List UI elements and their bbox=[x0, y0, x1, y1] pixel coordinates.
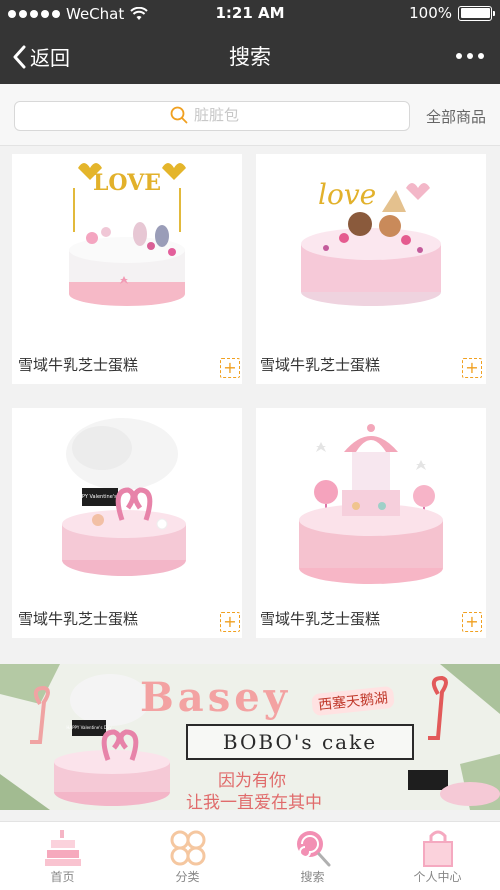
search-input[interactable] bbox=[194, 106, 254, 124]
status-bar: WeChat 1:21 AM 100% bbox=[0, 0, 500, 28]
add-to-cart-button[interactable]: + bbox=[220, 358, 240, 378]
product-card[interactable]: HAPPY Valentine's Day 雪域牛乳芝士蛋糕 + bbox=[12, 408, 242, 638]
battery-percent: 100% bbox=[409, 4, 452, 22]
tab-home-label: 首页 bbox=[50, 870, 75, 884]
gift-bag-icon bbox=[423, 830, 453, 867]
product-name: 雪域牛乳芝士蛋糕 bbox=[260, 610, 381, 628]
cake-image bbox=[256, 408, 486, 598]
battery-icon bbox=[458, 5, 495, 21]
add-to-cart-button[interactable]: + bbox=[220, 612, 240, 632]
cake-image: love bbox=[256, 154, 486, 344]
tab-profile[interactable]: 个人中心 bbox=[375, 822, 500, 890]
add-to-cart-button[interactable]: + bbox=[462, 358, 482, 378]
banner-slogan-2: 让我一直爱在其中 bbox=[186, 793, 322, 810]
svg-text:HAPPY Valentine's Day: HAPPY Valentine's Day bbox=[66, 725, 112, 730]
add-to-cart-button[interactable]: + bbox=[462, 612, 482, 632]
tab-bar: 首页 分类 搜索 个人中心 bbox=[0, 821, 500, 890]
page-title: 搜索 bbox=[229, 45, 271, 69]
product-card[interactable]: LOVE 雪域牛乳芝士蛋糕 + bbox=[12, 154, 242, 384]
product-card[interactable]: 雪域牛乳芝士蛋糕 + bbox=[256, 408, 486, 638]
promo-banner[interactable]: HAPPY Valentine's Day Basey 西塞天鹅湖 BOBO's… bbox=[0, 664, 500, 810]
search-bar: 全部商品 bbox=[0, 84, 500, 146]
product-name: 雪域牛乳芝士蛋糕 bbox=[18, 356, 139, 374]
svg-text:LOVE: LOVE bbox=[93, 170, 161, 196]
cake-image: LOVE bbox=[12, 154, 242, 344]
category-icon bbox=[170, 830, 206, 866]
cake-image: HAPPY Valentine's Day bbox=[12, 408, 242, 598]
tab-profile-label: 个人中心 bbox=[413, 870, 462, 884]
battery-group: 100% bbox=[409, 4, 495, 22]
cake-icon bbox=[45, 830, 81, 866]
search-icon bbox=[170, 106, 188, 124]
tab-home[interactable]: 首页 bbox=[0, 822, 125, 890]
tab-search-label: 搜索 bbox=[300, 870, 325, 884]
more-button[interactable] bbox=[456, 53, 484, 59]
product-name: 雪域牛乳芝士蛋糕 bbox=[18, 610, 139, 628]
product-card[interactable]: love 雪域牛乳芝士蛋糕 + bbox=[256, 154, 486, 384]
banner-title: Basey bbox=[140, 674, 291, 721]
tab-search[interactable]: 搜索 bbox=[250, 822, 375, 890]
search-box[interactable] bbox=[14, 101, 410, 131]
lollipop-icon bbox=[297, 831, 331, 867]
product-name: 雪域牛乳芝士蛋糕 bbox=[260, 356, 381, 374]
all-goods-link[interactable]: 全部商品 bbox=[426, 106, 486, 127]
nav-bar: 返回 搜索 bbox=[0, 28, 500, 84]
banner-brand: BOBO's cake bbox=[186, 724, 414, 760]
svg-text:love: love bbox=[318, 178, 376, 211]
tab-category[interactable]: 分类 bbox=[125, 822, 250, 890]
tab-category-label: 分类 bbox=[175, 870, 200, 884]
